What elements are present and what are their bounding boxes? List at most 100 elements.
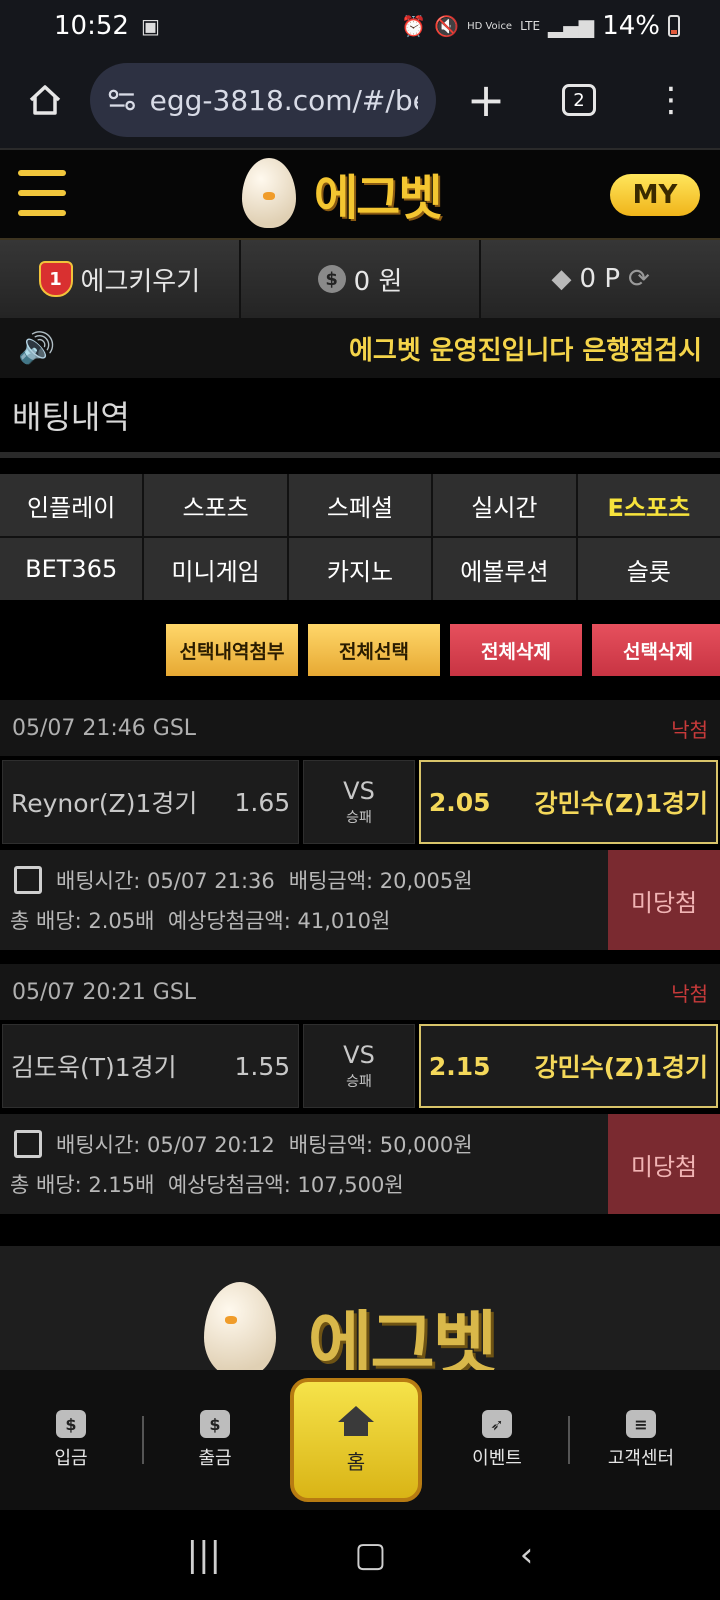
status-bar: 10:52 ▣ ⏰ 🔇 HD Voice LTE ▂▄▆ 14% bbox=[0, 0, 720, 52]
tab-realtime[interactable]: 실시간 bbox=[433, 474, 576, 536]
bet-status-badge: 미당첨 bbox=[608, 850, 720, 950]
away-team-name: 강민수(Z)1경기 bbox=[534, 1053, 709, 1082]
bet-status-badge: 미당첨 bbox=[608, 1114, 720, 1214]
bet-header: 05/07 21:46 GSL 낙첨 bbox=[0, 700, 720, 756]
home-team-name: 김도욱(T)1경기 bbox=[11, 1053, 177, 1082]
bottom-nav: $ 입금 $ 출금 홈 ➶ 이벤트 ≡ 고객센터 bbox=[0, 1370, 720, 1510]
tab-inplay[interactable]: 인플레이 bbox=[0, 474, 143, 536]
points-cell: ◆ 0 P ⟳ bbox=[481, 240, 720, 318]
home-team-name: Reynor(Z)1경기 bbox=[11, 789, 198, 818]
total-odds: 총 배당: 2.15배 bbox=[10, 1173, 155, 1197]
nav-event[interactable]: ➶ 이벤트 bbox=[426, 1370, 568, 1510]
delete-all-button[interactable]: 전체삭제 bbox=[450, 624, 582, 676]
bet-select-checkbox[interactable] bbox=[14, 1130, 42, 1158]
vs-box: VS 승패 bbox=[303, 1024, 415, 1108]
tab-bet365[interactable]: BET365 bbox=[0, 538, 143, 600]
nav-event-label: 이벤트 bbox=[472, 1448, 522, 1469]
page-title: 배팅내역 bbox=[0, 378, 720, 458]
footer-logo-text: 에그벳 bbox=[308, 1303, 497, 1370]
away-team-option-selected[interactable]: 2.15 강민수(Z)1경기 bbox=[418, 1024, 719, 1108]
tab-esports[interactable]: E스포츠 bbox=[577, 474, 720, 536]
battery-percent: 14% bbox=[602, 11, 660, 41]
browser-toolbar: egg-3818.com/#/bet + 2 ⋮ bbox=[0, 52, 720, 148]
select-all-button[interactable]: 전체선택 bbox=[308, 624, 440, 676]
android-nav-bar: ||| ▢ ‹ bbox=[0, 1510, 720, 1600]
home-team-odds: 1.55 bbox=[234, 1051, 291, 1081]
chat-bubble-icon: ≡ bbox=[626, 1410, 656, 1438]
home-team-odds: 1.65 bbox=[234, 787, 291, 817]
notice-text: 에그벳 운영진입니다 은행점검시 bbox=[349, 335, 702, 366]
new-tab-button[interactable]: + bbox=[436, 52, 536, 148]
nav-support[interactable]: ≡ 고객센터 bbox=[570, 1370, 712, 1510]
footer-logo: 에그벳 bbox=[0, 1246, 720, 1370]
tab-casino[interactable]: 카지노 bbox=[288, 538, 432, 600]
total-odds: 총 배당: 2.05배 bbox=[10, 909, 155, 933]
lte-icon: LTE bbox=[520, 19, 541, 33]
match-row: Reynor(Z)1경기 1.65 VS 승패 2.05 강민수(Z)1경기 bbox=[0, 760, 720, 844]
home-circle-icon[interactable]: ▢ bbox=[354, 1535, 386, 1575]
tab-evolution[interactable]: 에볼루션 bbox=[433, 538, 576, 600]
site-settings-icon bbox=[108, 89, 135, 111]
market-label: 승패 bbox=[346, 810, 372, 826]
recents-icon[interactable]: ||| bbox=[187, 1535, 221, 1575]
logo-text: 에그벳 bbox=[314, 170, 442, 226]
signal-icon: ▂▄▆ bbox=[548, 14, 595, 38]
level-cell[interactable]: 1 에그키우기 bbox=[0, 240, 241, 318]
site-logo[interactable]: 에그벳 bbox=[242, 158, 442, 228]
nav-withdraw[interactable]: $ 출금 bbox=[144, 1370, 286, 1510]
bet-date-league: 05/07 20:21 GSL bbox=[12, 979, 197, 1005]
nav-home[interactable]: 홈 bbox=[290, 1378, 422, 1502]
rocket-icon: ➶ bbox=[482, 1410, 512, 1438]
more-vertical-icon: ⋮ bbox=[654, 80, 688, 120]
nav-home-label: 홈 bbox=[346, 1449, 366, 1474]
bet-actions: 선택내역첨부 전체선택 전체삭제 선택삭제 bbox=[166, 624, 720, 676]
bet-amount: 배팅금액: 20,005원 bbox=[288, 869, 473, 893]
bet-info: 배팅시간: 05/07 21:36 배팅금액: 20,005원 총 배당: 2.… bbox=[0, 850, 720, 950]
battery-icon bbox=[668, 15, 680, 37]
status-time: 10:52 bbox=[54, 11, 129, 41]
delete-selected-button[interactable]: 선택삭제 bbox=[592, 624, 720, 676]
my-button[interactable]: MY bbox=[610, 174, 700, 216]
gallery-notification-icon: ▣ bbox=[140, 14, 160, 38]
match-row: 김도욱(T)1경기 1.55 VS 승패 2.15 강민수(Z)1경기 bbox=[0, 1024, 720, 1108]
tab-minigame[interactable]: 미니게임 bbox=[144, 538, 287, 600]
bet-card: 05/07 20:21 GSL 낙첨 김도욱(T)1경기 1.55 VS 승패 … bbox=[0, 964, 720, 1214]
browser-menu-button[interactable]: ⋮ bbox=[622, 52, 720, 148]
url-bar[interactable]: egg-3818.com/#/bet bbox=[90, 63, 436, 137]
bet-result: 낙첨 bbox=[671, 981, 708, 1006]
notice-bar: 🔊 에그벳 운영진입니다 은행점검시 bbox=[0, 318, 720, 378]
plus-icon: + bbox=[466, 73, 506, 127]
away-team-name: 강민수(Z)1경기 bbox=[534, 789, 709, 818]
money-cell: $ 0 원 bbox=[240, 240, 482, 318]
speaker-icon: 🔊 bbox=[18, 330, 56, 366]
tab-sports[interactable]: 스포츠 bbox=[144, 474, 287, 536]
diamond-icon: ◆ bbox=[551, 264, 572, 294]
level-badge-icon: 1 bbox=[38, 261, 73, 297]
vs-label: VS bbox=[343, 777, 375, 805]
hamburger-menu-icon[interactable] bbox=[18, 170, 66, 216]
nav-support-label: 고객센터 bbox=[607, 1448, 675, 1469]
back-icon[interactable]: ‹ bbox=[520, 1535, 534, 1575]
nav-withdraw-label: 출금 bbox=[198, 1448, 232, 1469]
briefcase-icon: $ bbox=[200, 1410, 230, 1438]
tab-switcher-button[interactable]: 2 bbox=[536, 52, 622, 148]
bet-result: 낙첨 bbox=[671, 717, 708, 742]
nav-deposit[interactable]: $ 입금 bbox=[0, 1370, 142, 1510]
bet-select-checkbox[interactable] bbox=[14, 866, 42, 894]
browser-home-button[interactable] bbox=[0, 52, 90, 148]
url-text: egg-3818.com/#/bet bbox=[149, 83, 418, 117]
level-label: 에그키우기 bbox=[80, 266, 201, 297]
tab-slot[interactable]: 슬롯 bbox=[577, 538, 720, 600]
coins-icon: $ bbox=[56, 1410, 86, 1438]
alarm-icon: ⏰ bbox=[401, 14, 427, 38]
away-team-odds: 2.15 bbox=[428, 1051, 491, 1081]
tab-special[interactable]: 스페셜 bbox=[288, 474, 432, 536]
home-team-option[interactable]: 김도욱(T)1경기 1.55 bbox=[2, 1024, 300, 1108]
away-team-option-selected[interactable]: 2.05 강민수(Z)1경기 bbox=[418, 760, 719, 844]
category-tabs: 인플레이 스포츠 스페셜 실시간 E스포츠 BET365 미니게임 카지노 에볼… bbox=[0, 474, 720, 600]
refresh-icon[interactable]: ⟳ bbox=[628, 264, 650, 294]
nav-deposit-label: 입금 bbox=[54, 1448, 88, 1469]
bet-amount: 배팅금액: 50,000원 bbox=[288, 1133, 473, 1157]
home-team-option[interactable]: Reynor(Z)1경기 1.65 bbox=[2, 760, 300, 844]
attach-selected-button[interactable]: 선택내역첨부 bbox=[166, 624, 298, 676]
